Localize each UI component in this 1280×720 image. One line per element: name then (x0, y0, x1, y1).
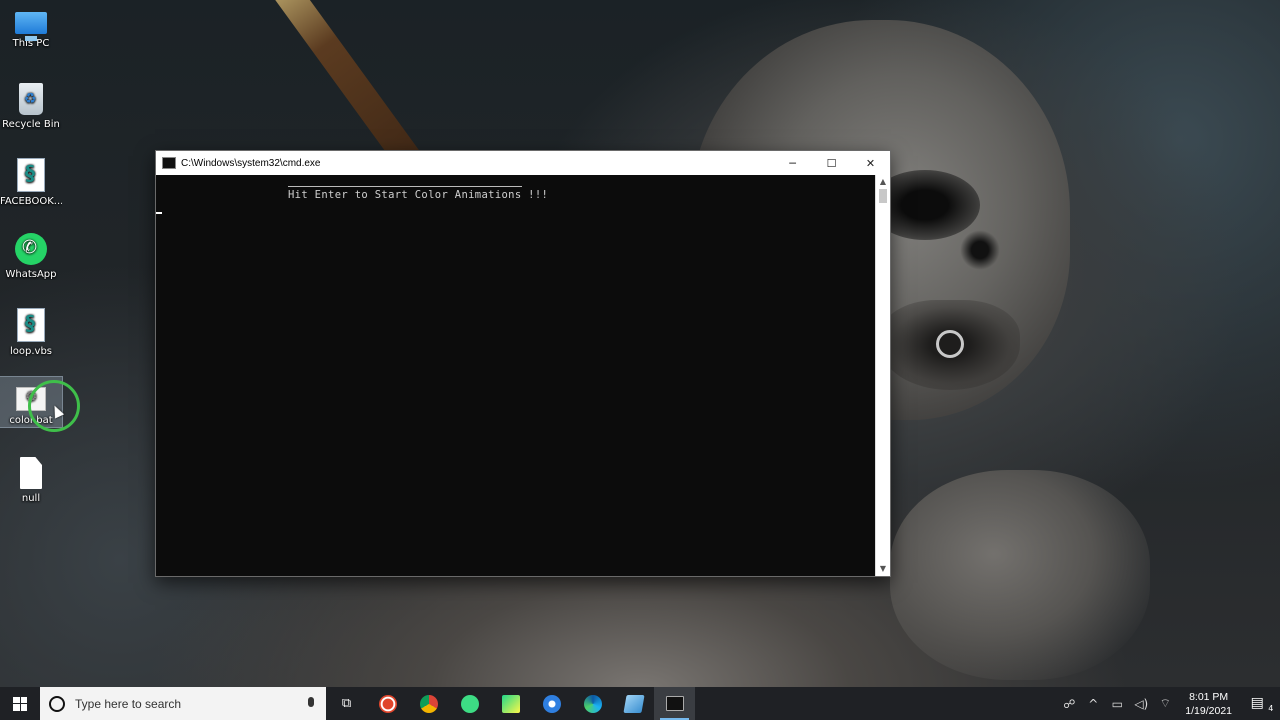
desktop-icon-this-pc[interactable]: This PC (0, 2, 62, 49)
wifi-icon[interactable]: ⌔ (1155, 696, 1175, 711)
desktop-icon-loop-vbs[interactable]: loop.vbs (0, 302, 62, 357)
computer-icon (15, 12, 47, 41)
clock-time: 8:01 PM (1189, 690, 1229, 703)
battery-icon[interactable]: ▭ (1107, 697, 1127, 711)
windows-logo-icon (13, 696, 27, 711)
scroll-up-arrow-icon[interactable]: ▲ (876, 175, 890, 189)
edge-icon (583, 694, 602, 713)
cmd-icon (162, 157, 176, 169)
taskbar-edge[interactable] (572, 687, 613, 720)
microphone-icon[interactable] (308, 697, 314, 707)
chrome-icon (419, 694, 438, 713)
taskbar-pycharm[interactable] (490, 687, 531, 720)
cortana-icon (49, 695, 65, 712)
desktop-icon-label: FACEBOOK... (0, 196, 62, 207)
wallpaper-nose (960, 230, 1000, 270)
wallpaper-lip-ring (936, 330, 964, 358)
clock-date: 1/19/2021 (1185, 704, 1232, 717)
scrollbar-thumb[interactable] (879, 189, 887, 203)
screen-recorder-icon (378, 694, 397, 713)
task-view-button[interactable]: ⧉ (326, 687, 367, 720)
taskbar-chrome[interactable] (408, 687, 449, 720)
taskbar: Type here to search ⧉ ☍ ^ ▭ ◁) ⌔ 8:01 PM… (0, 687, 1280, 720)
vbs-script-icon (17, 158, 45, 192)
taskbar-search-box[interactable]: Type here to search (40, 687, 326, 720)
pycharm-icon (501, 694, 520, 713)
desktop-icon-facebook[interactable]: FACEBOOK... (0, 152, 62, 207)
taskbar-android-studio[interactable] (449, 687, 490, 720)
close-button[interactable]: ✕ (851, 151, 890, 175)
console-output[interactable]: Hit Enter to Start Color Animations !!! (156, 175, 876, 576)
desktop-icon-recycle-bin[interactable]: Recycle Bin (0, 77, 62, 130)
android-studio-icon (460, 694, 479, 713)
taskbar-notepad[interactable] (613, 687, 654, 720)
system-tray: ☍ ^ ▭ ◁) ⌔ 8:01 PM 1/19/2021 ▤ 4 (1057, 687, 1280, 720)
blank-file-icon (20, 457, 42, 489)
desktop-icon-whatsapp[interactable]: WhatsApp (0, 227, 62, 280)
window-controls: ─ ☐ ✕ (773, 151, 890, 175)
search-placeholder: Type here to search (75, 696, 182, 711)
wallpaper-hand (890, 470, 1150, 680)
vertical-scrollbar[interactable]: ▲ ▼ (875, 175, 890, 576)
desktop-icon-label: loop.vbs (9, 346, 53, 357)
task-view-icon: ⧉ (341, 696, 352, 711)
taskbar-clock[interactable]: 8:01 PM 1/19/2021 (1185, 690, 1232, 718)
action-center-button[interactable]: ▤ 4 (1244, 695, 1280, 713)
taskbar-app[interactable] (531, 687, 572, 720)
taskbar-screen-recorder[interactable] (367, 687, 408, 720)
desktop-icon-label: null (21, 493, 41, 504)
volume-icon[interactable]: ◁) (1131, 697, 1151, 711)
taskbar-cmd[interactable] (654, 687, 695, 720)
cmd-window[interactable]: C:\Windows\system32\cmd.exe ─ ☐ ✕ Hit En… (155, 150, 891, 577)
chevron-up-icon[interactable]: ^ (1083, 697, 1103, 711)
start-button[interactable] (0, 687, 40, 720)
desktop-icon-label: WhatsApp (5, 269, 57, 280)
whatsapp-icon (15, 233, 47, 265)
console-message: Hit Enter to Start Color Animations !!! (288, 189, 549, 201)
vbs-script-icon (17, 308, 45, 342)
notification-count: 4 (1268, 703, 1274, 713)
people-icon[interactable]: ☍ (1059, 697, 1079, 711)
scroll-down-arrow-icon[interactable]: ▼ (876, 562, 890, 576)
maximize-button[interactable]: ☐ (812, 151, 851, 175)
cmd-titlebar[interactable]: C:\Windows\system32\cmd.exe ─ ☐ ✕ (156, 151, 890, 175)
notepad-icon (622, 694, 645, 713)
minimize-button[interactable]: ─ (773, 151, 812, 175)
cmd-icon (665, 696, 684, 711)
window-title: C:\Windows\system32\cmd.exe (181, 157, 321, 169)
desktop-icon-label: Recycle Bin (2, 119, 60, 130)
console-divider (288, 186, 522, 187)
text-cursor (156, 212, 162, 214)
notification-icon: ▤ (1250, 694, 1264, 711)
desktop-icon-null[interactable]: null (0, 451, 62, 504)
app-icon (542, 694, 561, 713)
recycle-bin-icon (19, 83, 43, 115)
